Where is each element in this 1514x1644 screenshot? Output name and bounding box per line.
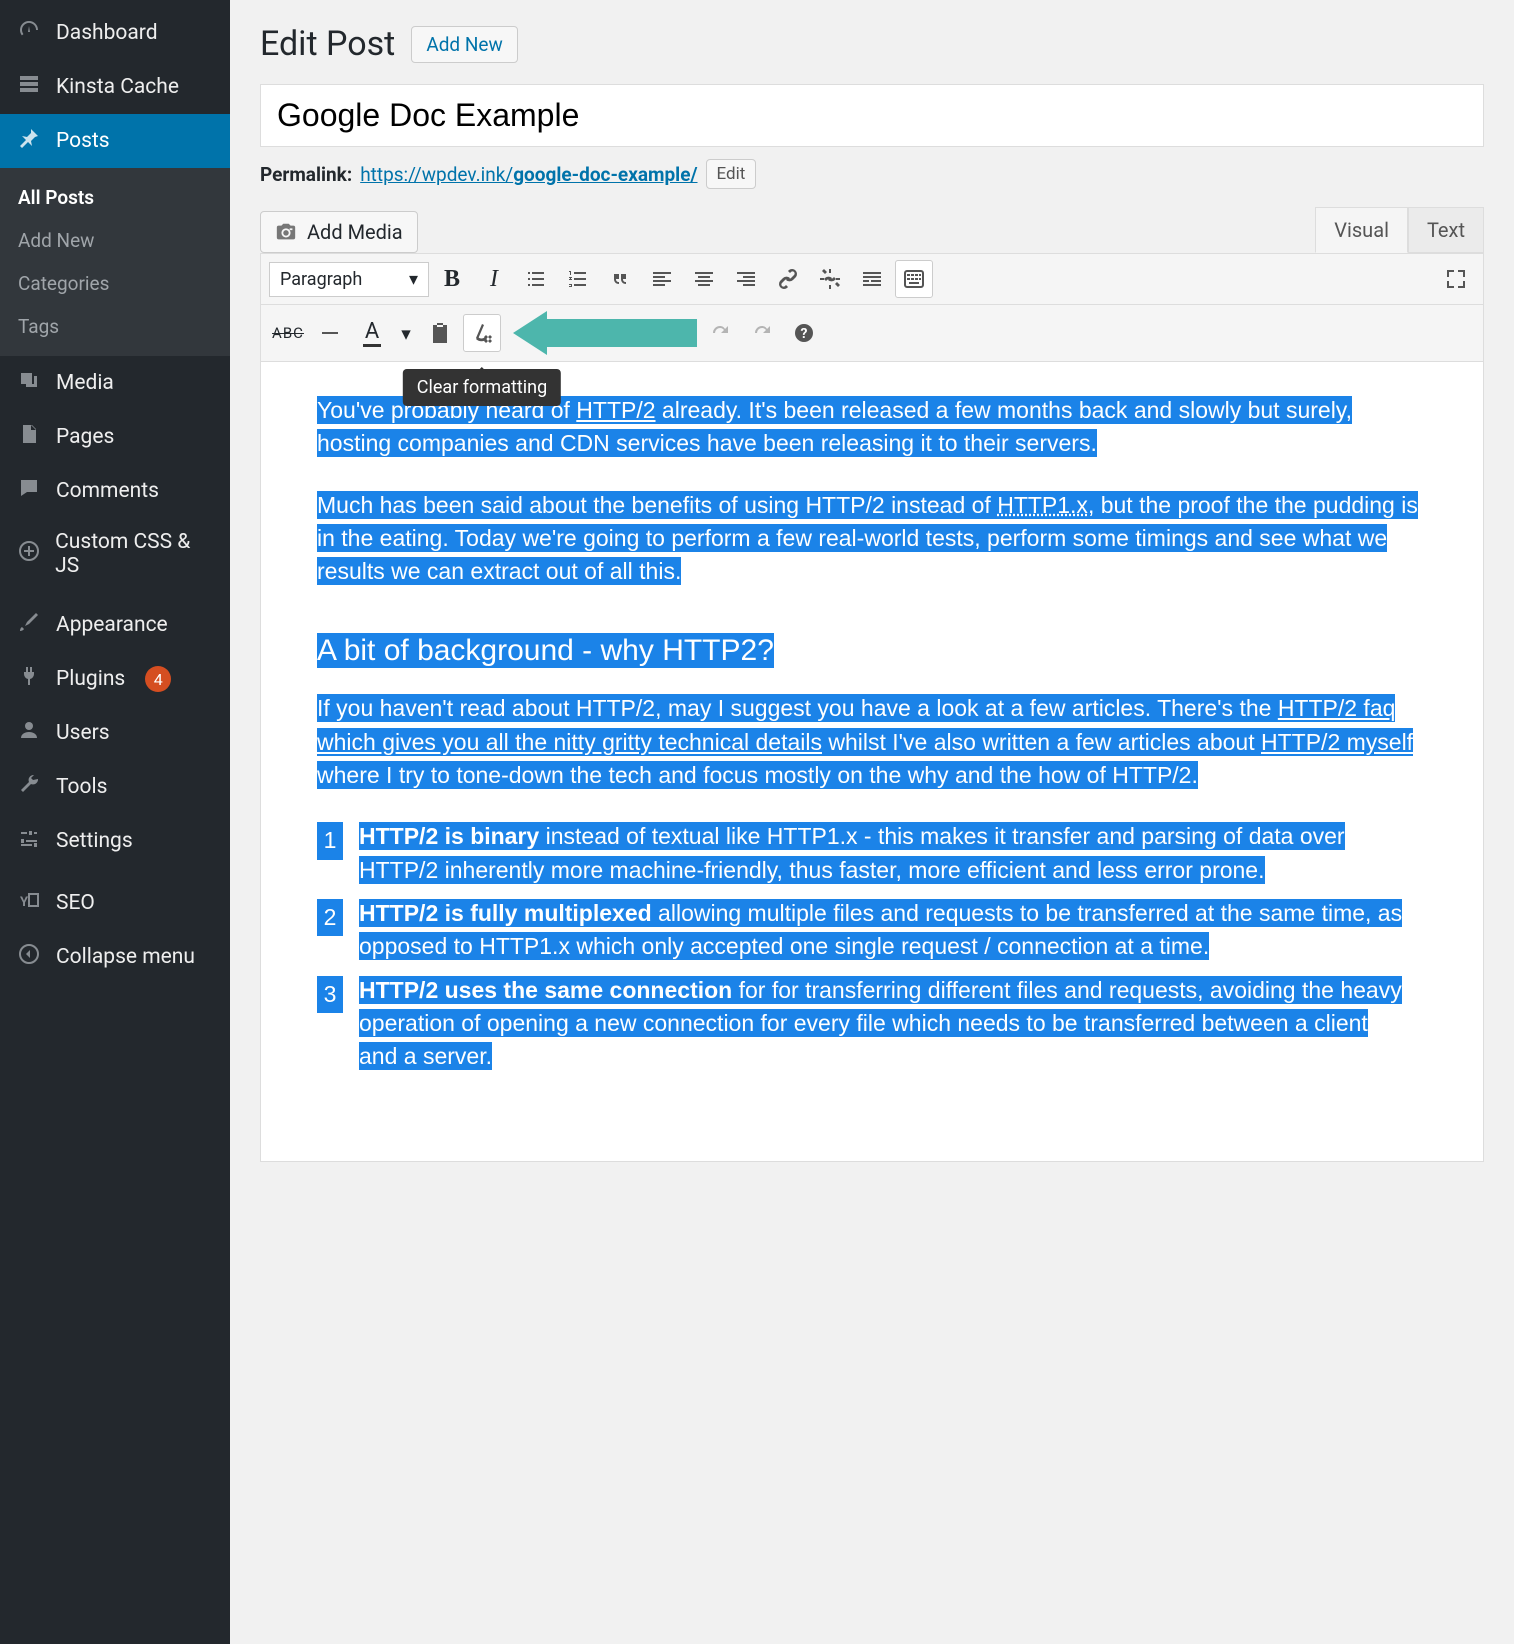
align-center-button[interactable] [685, 260, 723, 298]
link-http2[interactable]: HTTP/2 [576, 397, 655, 423]
chevron-down-icon: ▾ [409, 269, 418, 290]
media-icon [16, 368, 42, 398]
link-http1x[interactable]: HTTP1.x [997, 492, 1088, 518]
italic-button[interactable]: I [475, 260, 513, 298]
numbered-list-button[interactable] [559, 260, 597, 298]
svg-text:Y: Y [20, 895, 29, 910]
seo-icon: Y [16, 888, 42, 918]
sidebar-item-plugins[interactable]: Plugins4 [0, 652, 230, 706]
main-content: Edit Post Add New Permalink: https://wpd… [230, 0, 1514, 1644]
sidebar-item-kinsta-cache[interactable]: Kinsta Cache [0, 60, 230, 114]
text-color-button[interactable]: A [353, 314, 391, 352]
tab-text[interactable]: Text [1408, 207, 1484, 253]
permalink-edit-button[interactable]: Edit [706, 159, 757, 189]
redo-button[interactable] [743, 314, 781, 352]
permalink-label: Permalink: [260, 163, 352, 186]
add-media-button[interactable]: Add Media [260, 211, 418, 253]
strikethrough-button[interactable]: ABC [269, 314, 307, 352]
sidebar-item-tools[interactable]: Tools [0, 760, 230, 814]
sidebar-item-media[interactable]: Media [0, 356, 230, 410]
collapse-icon [16, 942, 42, 972]
align-left-button[interactable] [643, 260, 681, 298]
dashboard-icon [16, 18, 42, 48]
list-item: HTTP/2 is binary instead of textual like… [317, 820, 1407, 887]
clear-formatting-button[interactable]: Clear formatting [463, 314, 501, 352]
brush-icon [16, 610, 42, 640]
editor-tabs: Visual Text [1315, 207, 1484, 253]
admin-sidebar: DashboardKinsta CachePosts All PostsAdd N… [0, 0, 230, 1644]
align-right-button[interactable] [727, 260, 765, 298]
permalink-row: Permalink: https://wpdev.ink/google-doc-… [260, 159, 1484, 189]
clear-formatting-tooltip: Clear formatting [403, 369, 561, 406]
user-icon [16, 718, 42, 748]
plus-icon [16, 539, 41, 569]
editor-toolbar-row1: Paragraph ▾ B I [260, 253, 1484, 305]
sliders-icon [16, 826, 42, 856]
sidebar-item-pages[interactable]: Pages [0, 410, 230, 464]
tab-visual[interactable]: Visual [1315, 207, 1408, 253]
unlink-button[interactable] [811, 260, 849, 298]
sidebar-item-custom-css-js[interactable]: Custom CSS & JS [0, 518, 230, 590]
help-button[interactable]: ? [785, 314, 823, 352]
sidebar-item-collapse-menu[interactable]: Collapse menu [0, 930, 230, 984]
camera-icon [275, 221, 297, 243]
ordered-list: HTTP/2 is binary instead of textual like… [317, 820, 1407, 1073]
bullet-list-button[interactable] [517, 260, 555, 298]
sidebar-item-appearance[interactable]: Appearance [0, 598, 230, 652]
permalink-slug[interactable]: google-doc-example/ [513, 163, 697, 186]
format-select[interactable]: Paragraph ▾ [269, 262, 429, 297]
text-color-dropdown[interactable]: ▾ [395, 314, 417, 352]
sidebar-item-comments[interactable]: Comments [0, 464, 230, 518]
add-new-button[interactable]: Add New [411, 26, 517, 63]
bold-button[interactable]: B [433, 260, 471, 298]
wrench-icon [16, 772, 42, 802]
post-title-input[interactable] [260, 84, 1484, 147]
editor-content[interactable]: You've probably heard of HTTP/2 already.… [260, 362, 1484, 1162]
list-item: HTTP/2 is fully multiplexed allowing mul… [317, 897, 1407, 964]
update-badge: 4 [145, 666, 171, 692]
plugin-icon [16, 664, 42, 694]
insert-more-button[interactable] [853, 260, 891, 298]
sidebar-item-posts[interactable]: Posts [0, 114, 230, 168]
sidebar-item-users[interactable]: Users [0, 706, 230, 760]
link-button[interactable] [769, 260, 807, 298]
annotation-arrow [513, 311, 697, 355]
sidebar-item-seo[interactable]: YSEO [0, 876, 230, 930]
sidebar-item-dashboard[interactable]: Dashboard [0, 6, 230, 60]
submenu-item-add-new[interactable]: Add New [0, 219, 230, 262]
permalink-base[interactable]: https://wpdev.ink/ [360, 163, 513, 186]
pin-icon [16, 126, 42, 156]
toolbar-toggle-button[interactable] [895, 260, 933, 298]
paste-text-button[interactable] [421, 314, 459, 352]
link-http2-myself[interactable]: HTTP/2 myself [1261, 729, 1413, 755]
list-item: HTTP/2 uses the same connection for for … [317, 974, 1407, 1074]
page-icon [16, 422, 42, 452]
horizontal-rule-button[interactable] [311, 314, 349, 352]
submenu-item-tags[interactable]: Tags [0, 305, 230, 348]
svg-text:?: ? [801, 326, 808, 342]
editor-toolbar-row2: ABC A ▾ Clear formatting ? [260, 305, 1484, 362]
fullscreen-button[interactable] [1437, 260, 1475, 298]
page-title: Edit Post [260, 24, 395, 64]
blockquote-button[interactable] [601, 260, 639, 298]
submenu-item-categories[interactable]: Categories [0, 262, 230, 305]
undo-button[interactable] [701, 314, 739, 352]
comment-icon [16, 476, 42, 506]
heading-background: A bit of background - why HTTP2? [317, 633, 774, 668]
kinsta-icon [16, 72, 42, 102]
submenu-item-all-posts[interactable]: All Posts [0, 176, 230, 219]
sidebar-item-settings[interactable]: Settings [0, 814, 230, 868]
